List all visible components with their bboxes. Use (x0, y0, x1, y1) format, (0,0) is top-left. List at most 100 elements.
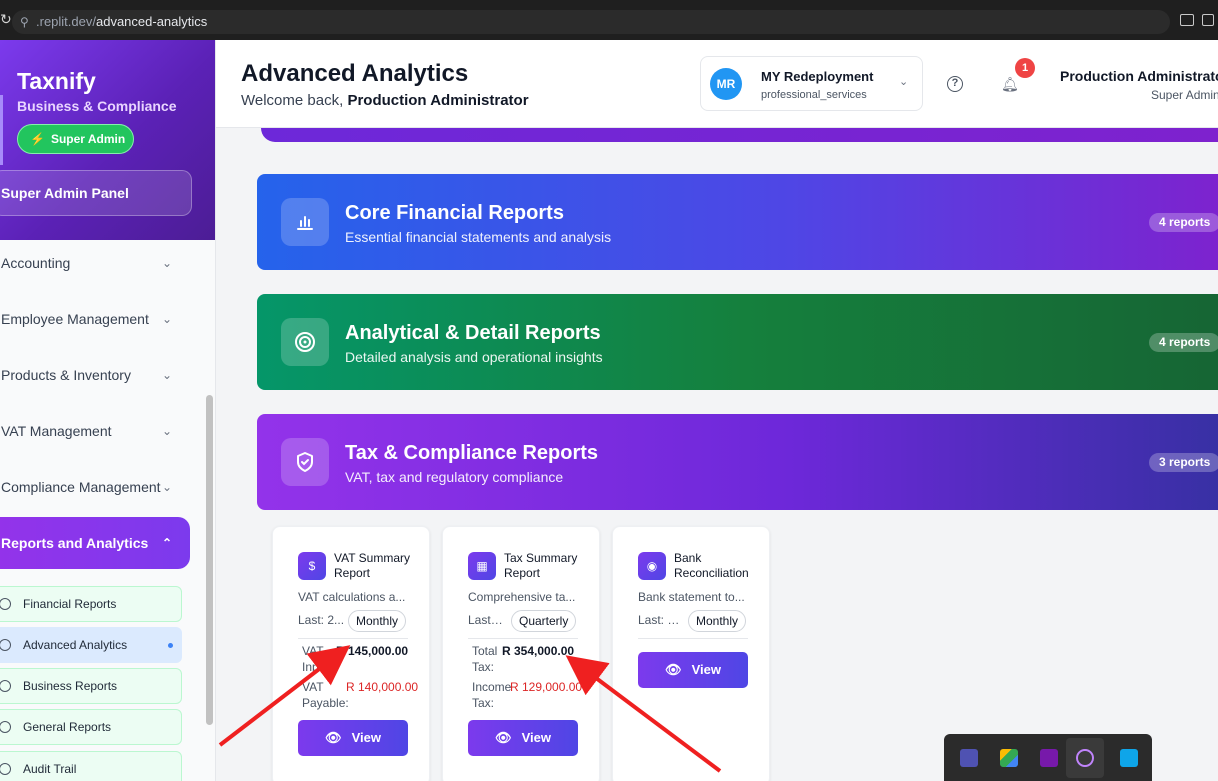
brand-tagline: Business & Compliance (17, 98, 177, 114)
chevron-down-icon: ⌄ (161, 424, 172, 438)
nav-products-inventory[interactable]: Products & Inventory ⌄ (0, 349, 190, 401)
category-subtitle: Essential financial statements and analy… (345, 229, 612, 245)
bell-icon[interactable]: 🔔︎ (1001, 76, 1019, 92)
chevron-up-icon: ⌃ (161, 536, 172, 550)
workspace-selector[interactable]: MR MY Redeployment professional_services… (700, 56, 923, 111)
teams-icon[interactable] (960, 749, 978, 767)
metric-label: Income Tax: (472, 680, 512, 710)
report-title: Tax Summary Report (504, 551, 578, 580)
onenote-icon[interactable] (1040, 749, 1058, 767)
frequency-badge: Monthly (688, 610, 747, 632)
browser-toolbar: ↻ ⚲ .replit.dev/advanced-analytics (0, 0, 1218, 40)
category-subtitle: VAT, tax and regulatory compliance (345, 469, 564, 485)
category-title: Tax & Compliance Reports (345, 442, 599, 464)
sidebar-scrollbar[interactable] (206, 395, 213, 725)
metric-value: R 140,000.00 (346, 680, 419, 694)
site-info-icon[interactable]: ⚲ (20, 15, 34, 29)
super-admin-panel-button[interactable]: Super Admin Panel (0, 170, 192, 216)
help-icon[interactable]: ? (947, 76, 963, 92)
subnav-financial-reports[interactable]: Financial Reports (0, 586, 182, 622)
category-count: 3 reports (1149, 453, 1218, 472)
view-button[interactable]: 👁︎ View (638, 652, 748, 688)
page-title: Advanced Analytics (241, 60, 469, 87)
category-analytical-detail[interactable]: Analytical & Detail Reports Detailed ana… (257, 294, 1218, 390)
brand-name: Taxnify (17, 68, 96, 94)
address-bar[interactable]: ⚲ .replit.dev/advanced-analytics (12, 10, 1170, 34)
chevron-down-icon: ⌄ (161, 368, 172, 382)
chevron-down-icon: ⌄ (161, 480, 172, 494)
metric-label: Total Tax: (472, 644, 498, 674)
category-title: Analytical & Detail Reports (345, 322, 601, 344)
report-card-tax-summary: ▦ Tax Summary Report Comprehensive ta...… (442, 526, 600, 781)
brand-accent (0, 95, 3, 165)
super-admin-badge: ⚡ Super Admin (17, 124, 134, 154)
report-title: Bank Reconciliation (674, 551, 749, 580)
analytics-icon (0, 639, 11, 651)
frequency-badge: Quarterly (511, 610, 577, 632)
report-description: Bank statement to... (638, 590, 745, 604)
document-icon (0, 721, 11, 733)
subnav-business-reports[interactable]: Business Reports (0, 668, 182, 704)
report-last-run: Last: ... (468, 613, 506, 627)
drive-icon[interactable] (1000, 749, 1018, 767)
sidebar-header: Taxnify Business & Compliance ⚡ Super Adm… (0, 40, 215, 240)
category-core-financial[interactable]: Core Financial Reports Essential financi… (257, 174, 1218, 270)
eye-icon: 👁︎ (325, 730, 342, 745)
metric-value: R 129,000.00 (510, 680, 583, 694)
subnav-audit-trail[interactable]: Audit Trail (0, 751, 182, 781)
store-icon[interactable] (1120, 749, 1138, 767)
view-button[interactable]: 👁︎ View (468, 720, 578, 756)
previous-section-card (261, 128, 1218, 142)
report-description: Comprehensive ta... (468, 590, 576, 604)
report-last-run: Last: 2... (298, 613, 345, 627)
sidebar: Taxnify Business & Compliance ⚡ Super Adm… (0, 40, 216, 781)
bar-chart-icon (281, 198, 329, 246)
category-count: 4 reports (1149, 213, 1218, 232)
report-description: VAT calculations a... (298, 590, 406, 604)
cast-icon[interactable] (1180, 14, 1194, 26)
subnav-advanced-analytics[interactable]: Advanced Analytics (0, 627, 182, 663)
category-count: 4 reports (1149, 333, 1218, 352)
reload-icon[interactable]: ↻ (0, 12, 12, 26)
history-icon (0, 763, 11, 775)
user-role: Super Admin (1151, 88, 1218, 102)
extensions-icon[interactable] (1202, 14, 1214, 26)
user-name[interactable]: Production Administrator (1060, 68, 1218, 84)
nav-accounting[interactable]: Accounting ⌄ (0, 237, 190, 289)
divider (468, 638, 578, 639)
metric-label: VAT Input: (302, 644, 333, 674)
report-card-vat-summary: $ VAT Summary Report VAT calculations a.… (272, 526, 430, 781)
feather-icon[interactable] (1076, 749, 1094, 767)
receipt-icon: $ (298, 552, 326, 580)
divider (638, 638, 748, 639)
chevron-down-icon: ⌄ (161, 312, 172, 326)
nav-employee-management[interactable]: Employee Management ⌄ (0, 293, 190, 345)
shield-icon (281, 438, 329, 486)
report-icon (0, 598, 11, 610)
target-icon (281, 318, 329, 366)
active-indicator (168, 643, 173, 648)
taskbar (944, 734, 1152, 781)
workspace-type: professional_services (761, 89, 867, 101)
subnav-general-reports[interactable]: General Reports (0, 709, 182, 745)
frequency-badge: Monthly (348, 610, 407, 632)
chevron-down-icon: ⌄ (161, 256, 172, 270)
url-text[interactable]: .replit.dev/advanced-analytics (36, 15, 207, 29)
nav-vat-management[interactable]: VAT Management ⌄ (0, 405, 190, 457)
lightning-icon: ⚡ (30, 132, 45, 146)
notification-count: 1 (1015, 58, 1035, 78)
report-last-run: Last: 2... (638, 613, 684, 627)
nav-reports-analytics[interactable]: Reports and Analytics ⌃ (0, 517, 190, 569)
workspace-avatar: MR (710, 68, 742, 100)
chevron-down-icon: ⌄ (899, 76, 909, 88)
metric-value: R 145,000.00 (336, 644, 409, 658)
eye-icon: 👁︎ (665, 662, 682, 677)
category-subtitle: Detailed analysis and operational insigh… (345, 349, 603, 365)
category-tax-compliance[interactable]: Tax & Compliance Reports VAT, tax and re… (257, 414, 1218, 510)
view-button[interactable]: 👁︎ View (298, 720, 408, 756)
top-header: Advanced Analytics Welcome back, Product… (216, 40, 1218, 128)
nav-compliance-management[interactable]: Compliance Management ⌄ (0, 461, 190, 513)
report-title: VAT Summary Report (334, 551, 411, 580)
divider (298, 638, 408, 639)
piggy-bank-icon: ◉ (638, 552, 666, 580)
